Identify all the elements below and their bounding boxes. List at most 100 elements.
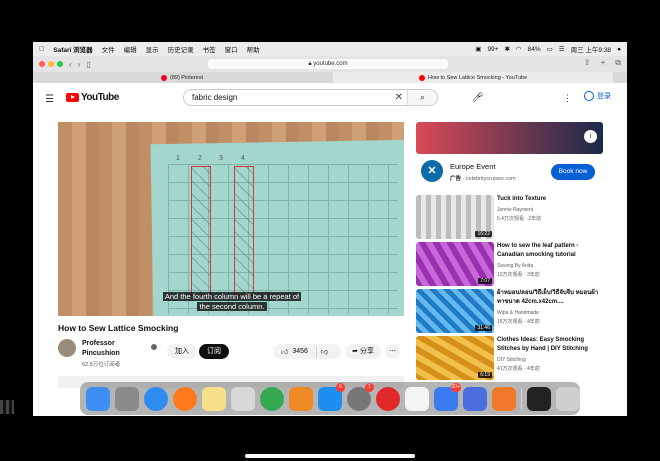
- launchpad-icon[interactable]: [115, 386, 139, 411]
- menu-help[interactable]: 帮助: [247, 44, 260, 54]
- battery-percent[interactable]: 84%: [528, 46, 541, 53]
- ad-info-icon[interactable]: i: [584, 130, 597, 143]
- menu-history[interactable]: 历史记录: [168, 44, 194, 54]
- menu-window[interactable]: 窗口: [225, 44, 238, 54]
- books-icon[interactable]: [289, 386, 313, 411]
- system-preferences-icon[interactable]: 1: [347, 382, 374, 411]
- search-box[interactable]: fabric design ✕ ⌕: [183, 89, 438, 106]
- firefox-icon[interactable]: [173, 386, 197, 411]
- safari-icon[interactable]: [144, 386, 168, 411]
- video-player[interactable]: 1 2 3 4 And the fourth column will be a …: [58, 122, 404, 316]
- youtube-favicon-icon: [419, 74, 425, 81]
- finder-icon[interactable]: [86, 386, 110, 411]
- search-button[interactable]: ⌕: [407, 90, 437, 105]
- microphone-icon[interactable]: 🎤︎: [472, 92, 483, 104]
- channel-name[interactable]: Jennie Rayment: [497, 207, 533, 213]
- notification-count[interactable]: 99+: [487, 46, 498, 53]
- wps-icon[interactable]: [463, 386, 487, 411]
- video-title[interactable]: Clothes Ideas: Easy Smocking Stitches by…: [497, 336, 603, 353]
- marked-column: [191, 166, 211, 296]
- siri-icon[interactable]: ●: [617, 46, 621, 53]
- video-thumbnail[interactable]: 31:46: [416, 289, 494, 333]
- column-number: 3: [219, 155, 223, 162]
- share-button[interactable]: ➦ 分享: [345, 344, 381, 359]
- terminal-icon[interactable]: [527, 386, 551, 411]
- channel-name[interactable]: DIY Stitching: [497, 357, 526, 363]
- ad-subtitle: 广告 · celebritycruises.com: [450, 176, 516, 182]
- netease-music-icon[interactable]: [376, 386, 400, 411]
- vpn-icon[interactable]: [231, 386, 255, 411]
- qq-icon[interactable]: [405, 386, 429, 411]
- search-input[interactable]: fabric design: [192, 93, 237, 102]
- video-title[interactable]: Tuck into Texture: [497, 195, 603, 204]
- app-store-badge: 6: [336, 382, 345, 392]
- address-bar[interactable]: 🔒︎ youtube.com: [208, 59, 448, 69]
- menu-bookmarks[interactable]: 书签: [203, 44, 216, 54]
- video-thumbnail[interactable]: 6:19: [416, 336, 494, 380]
- app-menu[interactable]: Safari 浏览器: [53, 44, 92, 54]
- app-store-icon[interactable]: 6: [318, 382, 345, 411]
- lock-icon: 🔒︎: [308, 61, 312, 67]
- video-thumbnail[interactable]: 16:22: [416, 195, 494, 239]
- forward-icon[interactable]: ›: [78, 60, 81, 69]
- menu-icon[interactable]: ☰: [45, 94, 54, 105]
- channel-avatar[interactable]: [58, 339, 76, 357]
- channel-name[interactable]: Sewing By Anita: [497, 263, 533, 269]
- video-thumbnail[interactable]: 7:07: [416, 242, 494, 286]
- ad-banner-image[interactable]: i: [416, 122, 603, 154]
- recommended-video[interactable]: 7:07 How to sew the leaf pattern - Canad…: [416, 242, 606, 286]
- trash-icon[interactable]: [556, 386, 580, 411]
- share-arrow-icon: ➦: [352, 348, 358, 355]
- more-actions-icon[interactable]: ⋯: [385, 344, 400, 359]
- wifi-icon[interactable]: ◠: [516, 45, 522, 53]
- tab-title: (89) Pinterest: [170, 74, 204, 81]
- advertiser-logo-icon[interactable]: ✕: [421, 160, 443, 182]
- tab-pinterest[interactable]: (89) Pinterest: [161, 72, 203, 83]
- menu-edit[interactable]: 编辑: [124, 44, 137, 54]
- minimize-window-button[interactable]: [48, 61, 54, 67]
- recommended-video[interactable]: 6:19 Clothes Ideas: Easy Smocking Stitch…: [416, 336, 606, 380]
- channel-name[interactable]: Professor Pincushion: [82, 339, 146, 358]
- notes-icon[interactable]: [202, 386, 226, 411]
- tab-overview-icon[interactable]: ⧉: [615, 58, 621, 68]
- share-icon[interactable]: ⇪: [584, 58, 591, 68]
- menu-file[interactable]: 文件: [102, 44, 115, 54]
- menu-view[interactable]: 显示: [146, 44, 159, 54]
- recommended-video[interactable]: 16:22 Tuck into Texture Jennie Rayment 5…: [416, 195, 606, 239]
- macos-dock: 6 1 20+: [80, 382, 580, 415]
- verified-icon: [151, 344, 157, 350]
- sign-in-button[interactable]: 登录: [584, 91, 611, 101]
- close-window-button[interactable]: [39, 61, 45, 67]
- youtube-header: ☰ YouTube fabric design ✕ ⌕ 🎤︎ ⋮ 登录: [33, 83, 627, 113]
- safari-toolbar: ‹ › ▯ 🔒︎ youtube.com ⇪ + ⧉: [33, 56, 627, 72]
- control-center-icon[interactable]: ☰: [559, 45, 565, 53]
- clear-search-icon[interactable]: ✕: [395, 92, 403, 103]
- youtube-logo[interactable]: YouTube: [66, 92, 119, 103]
- account-icon: [584, 91, 594, 101]
- sidebar-icon[interactable]: ▯: [86, 60, 90, 69]
- settings-more-icon[interactable]: ⋮: [563, 93, 572, 104]
- zoom-window-button[interactable]: [57, 61, 63, 67]
- join-button[interactable]: 加入: [167, 344, 197, 359]
- telegram-icon[interactable]: [260, 386, 284, 411]
- like-count[interactable]: 3456: [292, 348, 308, 355]
- book-now-button[interactable]: Book now: [551, 164, 595, 180]
- screen-mirror-icon[interactable]: ▣: [475, 45, 481, 53]
- office-icon[interactable]: [492, 386, 516, 411]
- ad-title[interactable]: Europe Event: [450, 162, 495, 171]
- apple-menu-icon[interactable]: : [39, 46, 44, 53]
- dislike-icon[interactable]: 👎︎: [321, 347, 328, 356]
- like-icon[interactable]: 👍︎: [281, 347, 288, 356]
- video-title[interactable]: ผ้าหมอน/ลอน/วิธีเย็บ/วิธีจับจีบ หมอนผ้าท…: [497, 289, 603, 306]
- bluetooth-icon[interactable]: ✱: [504, 45, 509, 53]
- video-title[interactable]: How to sew the leaf pattern - Canadian s…: [497, 242, 603, 259]
- back-icon[interactable]: ‹: [69, 60, 72, 69]
- channel-name[interactable]: Wipa & Handmade: [497, 310, 539, 316]
- tab-youtube[interactable]: How to Sew Lattice Smocking - YouTube: [333, 72, 613, 83]
- new-tab-icon[interactable]: +: [601, 58, 606, 68]
- datetime[interactable]: 周三 上午9:38: [571, 44, 611, 54]
- recommended-video[interactable]: 31:46 ผ้าหมอน/ลอน/วิธีเย็บ/วิธีจับจีบ หม…: [416, 289, 606, 333]
- video-meta: 10万次观看 · 3年前: [497, 272, 540, 278]
- feishu-icon[interactable]: 20+: [434, 382, 461, 411]
- subscribe-button[interactable]: 订阅: [199, 344, 229, 359]
